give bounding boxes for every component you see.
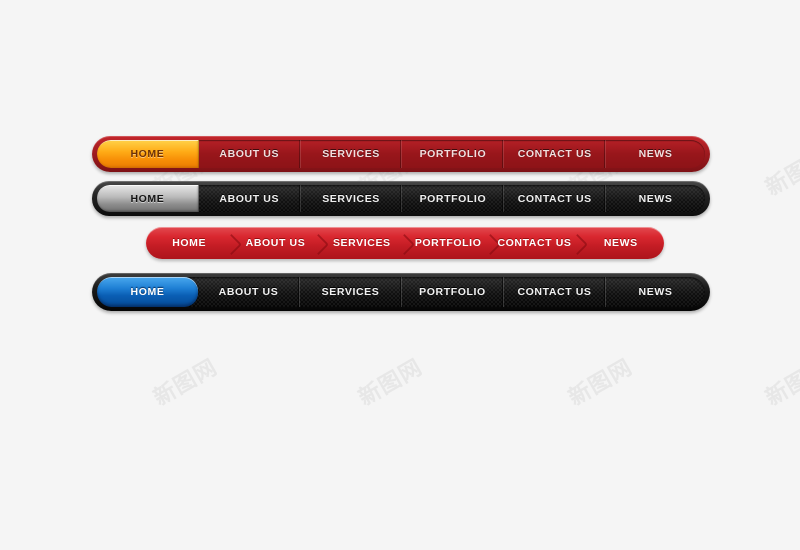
nav-item-home[interactable]: HOME [97,185,199,212]
nav-item-label: SERVICES [322,148,380,160]
nav-item-services[interactable]: SERVICES [301,185,403,212]
nav-item-label: HOME [130,148,165,160]
nav-item-portfolio[interactable]: PORTFOLIO [402,140,505,168]
nav-item-home[interactable]: HOME [97,277,198,307]
nav-item-label: SERVICES [321,286,380,298]
nav-item-label: CONTACT US [497,237,572,249]
nav-item-label: CONTACT US [517,192,592,205]
nav-item-home[interactable]: HOME [146,227,232,259]
navbar-red-orange: HOME ABOUT US SERVICES PORTFOLIO CONTACT… [92,136,710,172]
navbar-inner: HOME ABOUT US SERVICES PORTFOLIO CONTACT… [97,277,705,307]
nav-item-news[interactable]: NEWS [606,277,705,307]
navbar-collection: HOME ABOUT US SERVICES PORTFOLIO CONTACT… [0,0,800,550]
nav-item-portfolio[interactable]: PORTFOLIO [402,185,505,212]
nav-item-label: HOME [130,286,165,298]
nav-item-contact-us[interactable]: CONTACT US [491,227,577,259]
nav-item-label: NEWS [638,148,673,160]
nav-item-label: NEWS [603,237,638,249]
navbar-inner: HOME ABOUT US SERVICES PORTFOLIO CONTACT… [97,140,705,168]
nav-item-label: CONTACT US [517,286,592,298]
navbar-red-chevron: HOME ABOUT US SERVICES PORTFOLIO CONTACT… [146,227,664,259]
nav-item-about-us[interactable]: ABOUT US [232,227,318,259]
nav-item-label: CONTACT US [517,148,592,160]
nav-item-label: ABOUT US [245,237,306,249]
navbar-inner: HOME ABOUT US SERVICES PORTFOLIO CONTACT… [146,227,664,259]
nav-item-label: ABOUT US [219,148,280,160]
nav-item-about-us[interactable]: ABOUT US [198,277,300,307]
navbar-black-blue: HOME ABOUT US SERVICES PORTFOLIO CONTACT… [92,273,710,311]
nav-item-label: HOME [172,237,207,249]
nav-item-label: PORTFOLIO [419,148,487,160]
nav-item-label: ABOUT US [218,286,279,298]
nav-item-label: SERVICES [322,192,380,205]
nav-item-label: PORTFOLIO [419,286,486,298]
nav-item-label: NEWS [638,286,673,298]
nav-item-services[interactable]: SERVICES [300,277,402,307]
navbar-black-silver: HOME ABOUT US SERVICES PORTFOLIO CONTACT… [92,181,710,216]
nav-item-label: HOME [130,192,165,205]
nav-item-about-us[interactable]: ABOUT US [199,140,301,168]
nav-item-portfolio[interactable]: PORTFOLIO [405,227,491,259]
nav-item-contact-us[interactable]: CONTACT US [504,140,607,168]
nav-item-services[interactable]: SERVICES [319,227,405,259]
nav-item-news[interactable]: NEWS [578,227,664,259]
nav-item-home[interactable]: HOME [97,140,199,168]
nav-item-label: PORTFOLIO [419,192,487,205]
nav-item-label: ABOUT US [219,192,280,205]
nav-item-label: SERVICES [332,237,391,249]
nav-item-label: PORTFOLIO [414,237,482,249]
nav-item-news[interactable]: NEWS [606,140,705,168]
nav-item-about-us[interactable]: ABOUT US [199,185,301,212]
nav-item-contact-us[interactable]: CONTACT US [504,185,607,212]
nav-item-label: NEWS [638,192,673,205]
nav-item-portfolio[interactable]: PORTFOLIO [402,277,504,307]
nav-item-contact-us[interactable]: CONTACT US [504,277,606,307]
nav-item-services[interactable]: SERVICES [301,140,403,168]
navbar-inner: HOME ABOUT US SERVICES PORTFOLIO CONTACT… [97,185,705,212]
nav-item-news[interactable]: NEWS [606,185,705,212]
